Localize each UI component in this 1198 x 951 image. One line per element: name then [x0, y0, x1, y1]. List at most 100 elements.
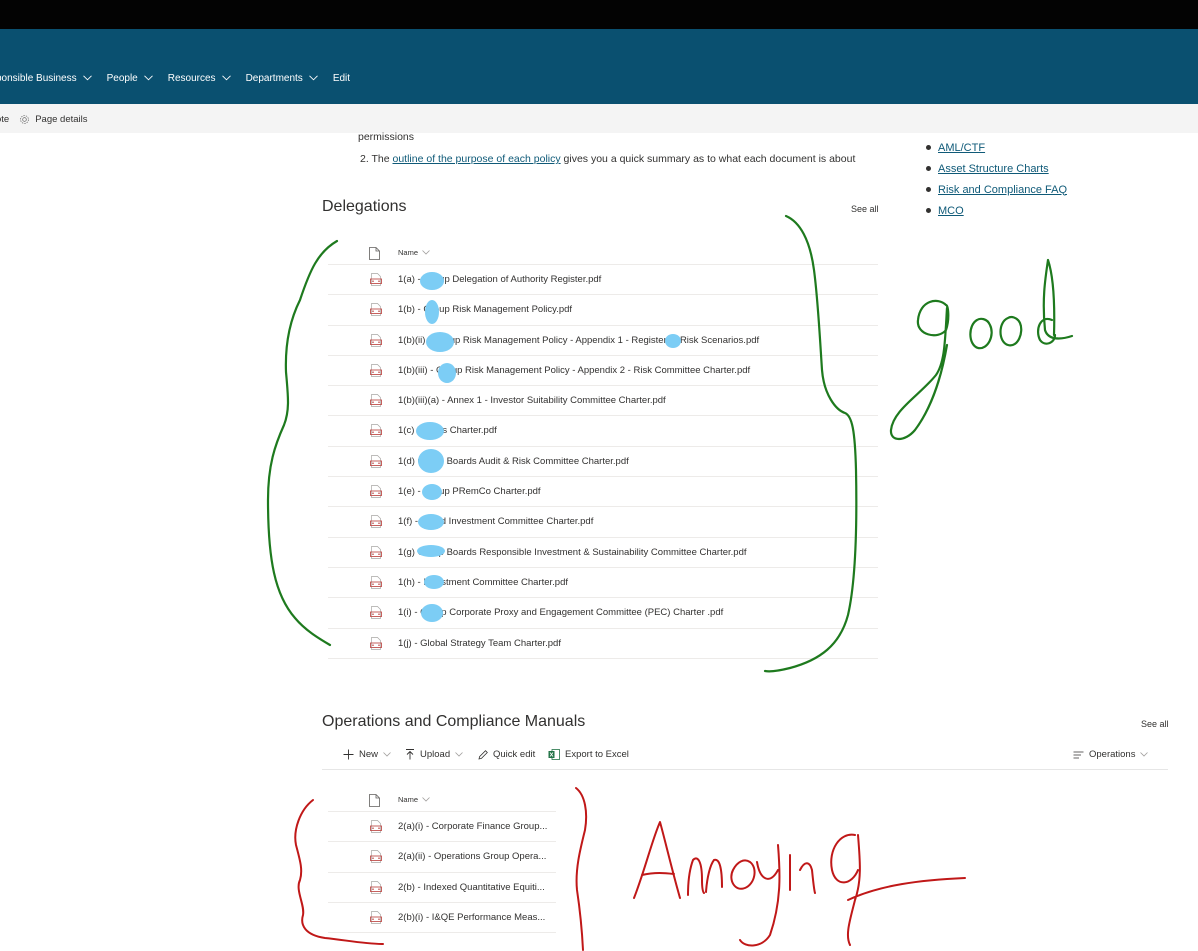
file-name-link[interactable]: 1(b)(ii) - Group Risk Management Policy …	[398, 335, 759, 346]
list-header: Name	[328, 241, 878, 265]
nav-item-responsible-business[interactable]: sponsible Business	[0, 73, 92, 84]
delegations-see-all-link[interactable]: See all	[851, 204, 879, 214]
file-row[interactable]: 1(f) - Board Investment Committee Charte…	[328, 507, 878, 538]
new-button[interactable]: New	[343, 749, 391, 760]
file-name-link[interactable]: 2(a)(ii) - Operations Group Opera...	[398, 851, 546, 862]
file-row[interactable]: 1(j) - Global Strategy Team Charter.pdf	[328, 629, 878, 659]
upload-label: Upload	[420, 749, 451, 760]
file-row[interactable]: 1(b)(iii) - Group Risk Management Policy…	[328, 356, 878, 387]
pdf-file-icon	[370, 485, 382, 498]
file-name-link[interactable]: 2(a)(i) - Corporate Finance Group...	[398, 821, 547, 832]
pdf-file-icon	[370, 850, 382, 864]
file-name-link[interactable]: 1(j) - Global Strategy Team Charter.pdf	[398, 638, 561, 649]
new-label: New	[359, 749, 379, 760]
operations-document-list: Name 2(a)(i) - Corporate Finance Group..…	[328, 788, 556, 934]
chevron-down-icon	[143, 74, 153, 83]
chevron-down-icon	[383, 752, 391, 757]
quick-link-mco[interactable]: MCO	[938, 205, 964, 217]
nav-item-resources[interactable]: Resources	[167, 73, 231, 84]
quick-link-item: Asset Structure Charts	[926, 158, 1067, 179]
file-row[interactable]: 2(b) - Indexed Quantitative Equiti...	[328, 873, 556, 903]
policy-outline-link[interactable]: outline of the purpose of each policy	[393, 153, 561, 165]
file-name-link[interactable]: 1(h) - Investment Committee Charter.pdf	[398, 577, 568, 588]
pdf-file-icon	[370, 454, 382, 468]
promote-button[interactable]: ote	[0, 114, 9, 125]
view-selector[interactable]: Operations	[1073, 749, 1149, 760]
file-name-link[interactable]: 1(a) - Group Delegation of Authority Reg…	[398, 274, 601, 285]
file-row[interactable]: 1(b)(ii) - Group Risk Management Policy …	[328, 326, 878, 356]
file-row[interactable]: 1(b) - Group Risk Management Policy.pdf	[328, 295, 878, 326]
nav-menu: sponsible Business People Resources Depa…	[0, 73, 366, 84]
view-options-icon	[1073, 751, 1084, 758]
intro-line-1: permissions	[358, 131, 415, 143]
file-name-link[interactable]: 1(c) Boards Charter.pdf	[398, 425, 497, 436]
file-row[interactable]: 1(b)(iii)(a) - Annex 1 - Investor Suitab…	[328, 386, 878, 417]
file-name-link[interactable]: 1(d) Group Boards Audit & Risk Committee…	[398, 456, 629, 467]
chevron-down-icon	[82, 74, 92, 83]
file-row[interactable]: 1(i) - Group Corporate Proxy and Engagem…	[328, 598, 878, 629]
nav-item-edit[interactable]: Edit	[333, 73, 350, 84]
quick-link-item: Risk and Compliance FAQ	[926, 179, 1067, 200]
chevron-down-icon	[308, 74, 318, 83]
file-row[interactable]: 1(c) Boards Charter.pdf	[328, 416, 878, 447]
plus-icon	[343, 749, 354, 760]
file-row[interactable]: 1(e) - Group PRemCo Charter.pdf	[328, 477, 878, 508]
promote-label: ote	[0, 114, 10, 125]
good-handwriting-annotation	[889, 258, 1074, 441]
file-name-link[interactable]: 1(b)(iii) - Group Risk Management Policy…	[398, 365, 750, 376]
file-row[interactable]: 1(d) Group Boards Audit & Risk Committee…	[328, 447, 878, 478]
delegations-title: Delegations	[322, 198, 407, 215]
quick-edit-button[interactable]: Quick edit	[478, 749, 535, 760]
nav-item-people[interactable]: People	[106, 73, 153, 84]
nav-item-departments[interactable]: Departments	[246, 73, 318, 84]
pdf-file-icon	[370, 394, 382, 408]
name-column-header[interactable]: Name	[398, 248, 430, 257]
file-name-link[interactable]: 1(g) Group Boards Responsible Investment…	[398, 547, 747, 558]
bullet-icon	[926, 145, 931, 150]
operations-see-all-link[interactable]: See all	[1141, 719, 1169, 729]
page-command-bar: ote Page details	[0, 104, 1198, 133]
page-details-label: Page details	[35, 114, 88, 125]
pdf-file-icon	[370, 364, 382, 377]
page-details-button[interactable]: Page details	[19, 114, 88, 125]
pdf-file-icon	[370, 333, 382, 347]
file-row[interactable]: 1(a) - Group Delegation of Authority Reg…	[328, 265, 878, 296]
quick-link-risk-compliance-faq[interactable]: Risk and Compliance FAQ	[938, 184, 1067, 196]
file-name-link[interactable]: 1(b) - Group Risk Management Policy.pdf	[398, 304, 572, 315]
file-name-link[interactable]: 1(b)(iii)(a) - Annex 1 - Investor Suitab…	[398, 395, 666, 406]
upload-icon	[406, 749, 414, 760]
list-header: Name	[328, 788, 556, 812]
site-navigation-bar: sponsible Business People Resources Depa…	[0, 29, 1198, 104]
pdf-file-icon	[370, 515, 382, 529]
pdf-file-icon	[370, 606, 382, 620]
pdf-file-icon	[370, 636, 382, 650]
file-row[interactable]: 2(b)(i) - I&QE Performance Meas...	[328, 903, 556, 934]
file-name-link[interactable]: 2(b)(i) - I&QE Performance Meas...	[398, 912, 545, 923]
export-label: Export to Excel	[565, 749, 629, 760]
nav-item-label: People	[106, 73, 138, 84]
export-to-excel-button[interactable]: Export to Excel	[548, 749, 629, 760]
chevron-down-icon	[422, 250, 430, 255]
quick-edit-label: Quick edit	[493, 749, 536, 760]
file-name-link[interactable]: 2(b) - Indexed Quantitative Equiti...	[398, 882, 545, 893]
file-row[interactable]: 2(a)(i) - Corporate Finance Group...	[328, 812, 556, 843]
upload-button[interactable]: Upload	[405, 749, 463, 760]
file-row[interactable]: 1(h) - Investment Committee Charter.pdf	[328, 568, 878, 599]
file-row[interactable]: 2(a)(ii) - Operations Group Opera...	[328, 842, 556, 873]
file-row[interactable]: 1(g) Group Boards Responsible Investment…	[328, 538, 878, 568]
pdf-file-icon	[370, 424, 382, 438]
file-name-link[interactable]: 1(f) - Board Investment Committee Charte…	[398, 516, 593, 527]
quick-link-aml-ctf[interactable]: AML/CTF	[938, 142, 985, 154]
annoying-handwriting-annotation	[633, 821, 966, 947]
nav-item-label: sponsible Business	[0, 73, 77, 84]
chevron-down-icon	[221, 74, 231, 83]
name-column-header[interactable]: Name	[398, 795, 430, 804]
pdf-file-icon	[370, 303, 382, 317]
nav-item-label: Resources	[167, 73, 216, 84]
file-name-link[interactable]: 1(e) - Group PRemCo Charter.pdf	[398, 486, 541, 497]
right-red-brace-annotation	[575, 787, 588, 951]
file-type-icon	[369, 247, 380, 260]
pdf-file-icon	[370, 576, 382, 589]
file-name-link[interactable]: 1(i) - Group Corporate Proxy and Engagem…	[398, 607, 723, 618]
quick-link-asset-structure-charts[interactable]: Asset Structure Charts	[938, 163, 1049, 175]
